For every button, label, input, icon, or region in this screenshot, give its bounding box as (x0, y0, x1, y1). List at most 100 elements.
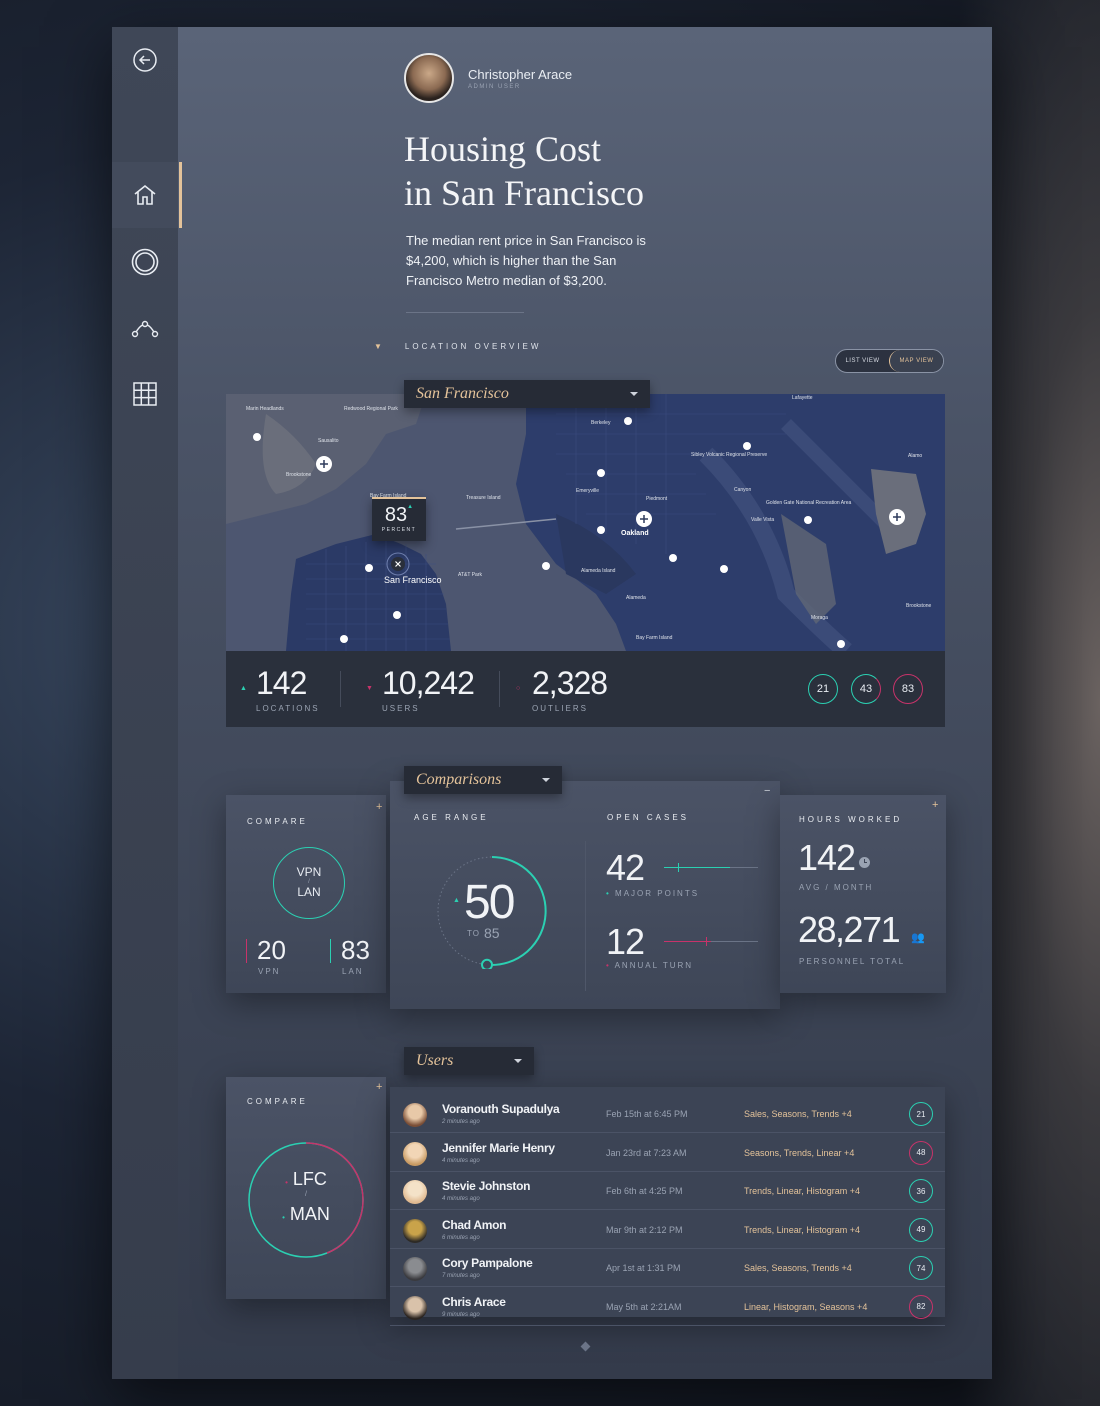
user-avatar[interactable] (404, 53, 454, 103)
sidebar-item-circle[interactable] (112, 229, 178, 295)
map-label: Brookstone (906, 603, 932, 609)
add-icon[interactable]: + (376, 1081, 382, 1093)
map-label: Bay Farm Island (636, 635, 673, 641)
user-score-badge[interactable]: 74 (909, 1256, 933, 1280)
avg-month-value: 142 (798, 837, 856, 878)
user-tags[interactable]: Trends, Linear, Histogram +4 (744, 1225, 860, 1235)
table-row[interactable]: Chad Amon 6 minutes ago Mar 9th at 2:12 PM… (390, 1211, 945, 1249)
user-score-badge[interactable]: 49 (909, 1217, 933, 1242)
map-label: Brookstone (286, 472, 312, 478)
sidebar-item-home[interactable] (112, 162, 182, 228)
table-row[interactable]: Voranouth Supadulya 2 minutes ago Feb 15th… (390, 1095, 945, 1133)
user-tags[interactable]: Seasons, Trends, Linear +4 (744, 1148, 854, 1158)
map-label: Emeryville (576, 488, 599, 494)
compare-card-teams: + COMPARE • LFC / • MAN (226, 1077, 386, 1299)
map-label: Treasure Island (466, 495, 501, 501)
collapse-icon[interactable]: − (764, 785, 770, 797)
stat-label: USERS (382, 704, 420, 713)
table-row[interactable]: Chris Arace 9 minutes ago May 5th at 2:21A… (390, 1288, 945, 1326)
table-row[interactable]: Cory Pampalone 7 minutes ago Apr 1st at 1:… (390, 1249, 945, 1287)
user-tags[interactable]: Sales, Seasons, Trends +4 (744, 1263, 852, 1273)
sidebar-item-grid[interactable] (112, 361, 178, 427)
diamond-icon (580, 1341, 591, 1352)
user-name[interactable]: Cory Pampalone (442, 1256, 533, 1270)
divider (499, 671, 500, 707)
back-button[interactable] (112, 27, 178, 93)
team-bottom: • MAN (282, 1204, 330, 1224)
score-badge[interactable]: 83 (893, 674, 923, 704)
trend-up-icon: ▲ (240, 685, 247, 692)
compare-card: COMPARE + VPN / LAN 20 VPN 83 LAN (226, 795, 386, 993)
user-tags[interactable]: Trends, Linear, Histogram +4 (744, 1186, 860, 1196)
user-time-ago: 4 minutes ago (442, 1196, 480, 1202)
callout-label: PERCENT (381, 527, 417, 533)
map-label: Canyon (734, 487, 751, 493)
user-name[interactable]: Jennifer Marie Henry (442, 1141, 555, 1155)
user-score-badge[interactable]: 36 (909, 1179, 933, 1203)
lan-value: 83 (341, 935, 370, 965)
people-icon: 👥 (911, 932, 925, 944)
user-time-ago: 9 minutes ago (442, 1311, 480, 1318)
lan-label: LAN (342, 967, 364, 976)
section-label-text: LOCATION OVERVIEW (404, 342, 542, 351)
city-select[interactable]: San Francisco (404, 380, 650, 408)
user-score-badge[interactable]: 48 (909, 1140, 933, 1165)
stat-label: LOCATIONS (256, 704, 320, 713)
map[interactable]: Marin Headlands Redwood Regional Park Sa… (226, 394, 945, 651)
comparisons-select-value: Comparisons (416, 771, 502, 788)
dashboard-frame: Christopher Arace ADMIN USER Housing Cos… (112, 27, 992, 1379)
add-icon[interactable]: + (376, 801, 382, 813)
user-date: Jan 23rd at 7:23 AM (606, 1147, 687, 1158)
card-title: AGE RANGE (414, 813, 489, 822)
stat-value: 10,242 (382, 665, 475, 701)
comparisons-main-card: − AGE RANGE ▲ 50 TO 85 OPEN CASES 42 • M… (390, 781, 780, 1009)
divider (406, 312, 524, 313)
score-badge[interactable]: 21 (808, 674, 838, 704)
map-label: Moraga (811, 615, 828, 621)
add-icon[interactable]: + (932, 799, 938, 811)
sidebar-item-network[interactable] (112, 295, 178, 361)
list-view-button[interactable]: LIST VIEW (836, 350, 889, 372)
stat-value: 142 (256, 665, 307, 701)
up-triangle-icon: ▲ (407, 504, 414, 510)
age-range-to-value: 85 (484, 925, 500, 941)
annual-turn-track (664, 937, 758, 946)
user-score-badge[interactable]: 21 (909, 1102, 933, 1126)
map-view-button[interactable]: MAP VIEW (889, 350, 943, 372)
vpn-lan-ring: VPN / LAN (273, 847, 345, 919)
team-compare-ring (248, 1142, 364, 1258)
user-name[interactable]: Stevie Johnston (442, 1179, 530, 1193)
stat-locations: ▲ 142 LOCATIONS (240, 665, 320, 713)
city-select-value: San Francisco (416, 385, 509, 402)
hours-worked-card: + HOURS WORKED 142 AVG / MONTH 28,271 👥 … (780, 795, 946, 993)
major-points-value: 42 (606, 847, 645, 888)
user-time-ago: 6 minutes ago (442, 1234, 480, 1241)
users-select[interactable]: Users (404, 1047, 534, 1075)
table-row[interactable]: Jennifer Marie Henry 4 minutes ago Jan 23r… (390, 1134, 945, 1172)
table-row[interactable]: Stevie Johnston 4 minutes ago Feb 6th at 4… (390, 1172, 945, 1210)
map-label: Alamo (908, 453, 922, 459)
user-date: Apr 1st at 1:31 PM (606, 1263, 681, 1273)
map-canvas: Marin Headlands Redwood Regional Park Sa… (226, 394, 945, 651)
stat-outliers: ○ 2,328 OUTLIERS (516, 665, 608, 713)
score-badge[interactable]: 43 (851, 674, 881, 704)
teal-dot-icon: • (282, 1213, 285, 1222)
map-label: Sibley Volcanic Regional Preserve (691, 452, 767, 458)
personnel-total-value: 28,271 (798, 909, 901, 950)
sidebar (112, 27, 182, 1379)
stat-label: OUTLIERS (532, 704, 589, 713)
user-tags[interactable]: Linear, Histogram, Seasons +4 (744, 1302, 867, 1312)
location-stats: ▲ 142 LOCATIONS ▼ 10,242 USERS ○ 2,328 O… (226, 651, 945, 727)
map-label: Golden Gate National Recreation Area (766, 500, 852, 506)
nodes-icon (131, 320, 159, 338)
user-name[interactable]: Voranouth Supadulya (442, 1102, 560, 1116)
major-points-label: • MAJOR POINTS (606, 889, 700, 898)
magenta-dot-icon: • (285, 1178, 288, 1187)
comparisons-select[interactable]: Comparisons (404, 766, 562, 794)
user-name[interactable]: Chad Amon (442, 1218, 506, 1232)
user-tags[interactable]: Sales, Seasons, Trends +4 (744, 1109, 852, 1119)
user-avatar (403, 1180, 427, 1204)
user-name[interactable]: Chris Arace (442, 1295, 506, 1309)
chevron-down-icon (542, 778, 550, 782)
user-score-badge[interactable]: 82 (909, 1294, 933, 1319)
